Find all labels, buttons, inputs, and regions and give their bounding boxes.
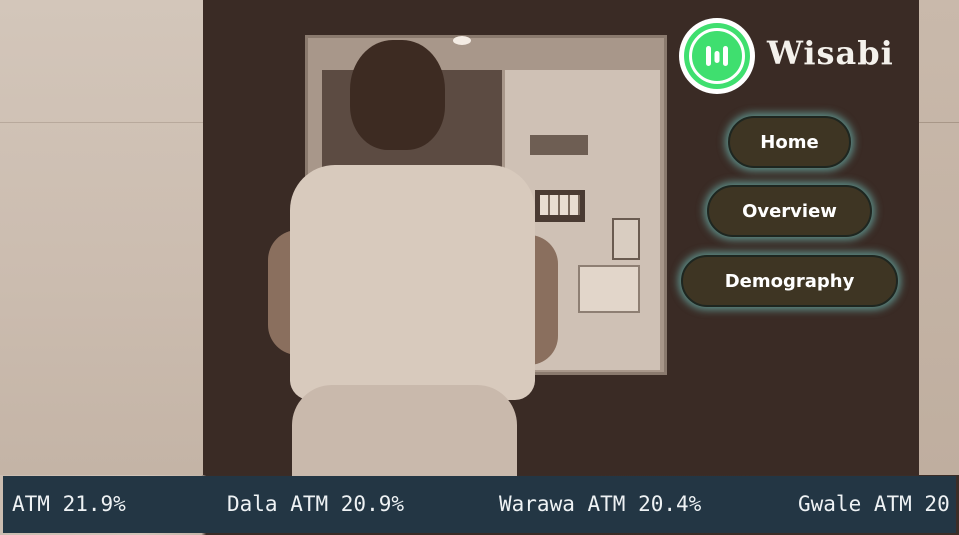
ticker-item: Gwale ATM 20: [798, 492, 950, 516]
atm-cash-slot: [578, 265, 640, 313]
ticker-item: Dala ATM 20.9%: [227, 492, 405, 516]
nav-demography-button[interactable]: Demography: [681, 255, 898, 307]
wall-seam-right: [917, 122, 959, 123]
page: Wisabi Home Overview Demography ATM 21.9…: [0, 0, 959, 535]
wall-right: [917, 0, 959, 475]
ticker-bar: ATM 21.9% Dala ATM 20.9% Warawa ATM 20.4…: [3, 476, 956, 533]
brand-logo[interactable]: [679, 18, 755, 94]
nav-home-button[interactable]: Home: [728, 116, 851, 168]
ticker-item: Warawa ATM 20.4%: [499, 492, 702, 516]
nav-overview-button[interactable]: Overview: [707, 185, 872, 237]
ticker-item: ATM 21.9%: [12, 492, 126, 516]
atm-card-reader: [612, 218, 640, 260]
wall-left: [0, 0, 205, 475]
wall-seam: [0, 122, 205, 123]
atm-label: [530, 135, 588, 155]
atm-keypad: [540, 195, 580, 215]
logo-icon: [684, 23, 750, 89]
person-pants: [292, 385, 517, 480]
ceiling-light: [453, 36, 471, 45]
brand-name: Wisabi: [767, 34, 894, 72]
person-shirt: [290, 165, 535, 400]
person-hair: [350, 40, 445, 150]
